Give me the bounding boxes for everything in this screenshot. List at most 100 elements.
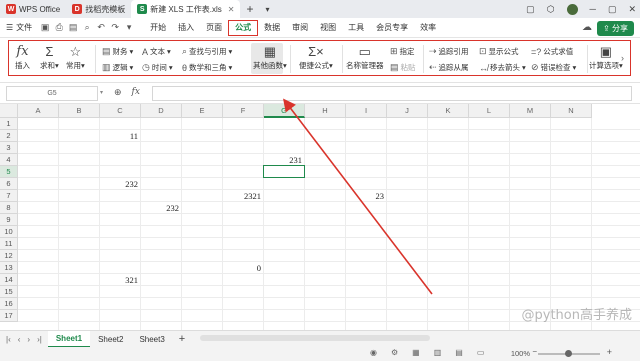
name-box[interactable]: G5 — [6, 86, 98, 101]
sheet-tab-3[interactable]: Sheet3 — [131, 331, 172, 348]
row-header-6[interactable]: 6 — [0, 178, 18, 190]
show-formulas-button[interactable]: ⊡ 显示公式 — [479, 46, 519, 57]
column-header-n[interactable]: N — [551, 104, 592, 118]
column-header-h[interactable]: H — [305, 104, 346, 118]
cell-c2[interactable]: 11 — [100, 131, 138, 143]
cell-f13[interactable]: 0 — [223, 263, 261, 275]
row-header-5[interactable]: 5 — [0, 166, 18, 178]
save-icon[interactable]: ▣ — [38, 22, 52, 33]
eye-icon[interactable]: ◉ — [370, 348, 377, 357]
menu-insert[interactable]: 插入 — [172, 18, 200, 38]
column-header-e[interactable]: E — [182, 104, 223, 118]
tab-wps-office[interactable]: W WPS Office — [0, 0, 66, 18]
spreadsheet-grid[interactable]: A B C D E F G H I J K L M N 1 2 3 4 5 6 7 8 9 10 11 12 13 14 15 16 17 1… — [0, 104, 640, 330]
zoom-in-icon[interactable]: + — [607, 347, 612, 357]
common-functions-button[interactable]: ☆ 常用▾ — [66, 44, 85, 71]
close-window-icon[interactable]: ✕ — [628, 4, 636, 15]
cell-c14[interactable]: 321 — [100, 275, 138, 287]
row-header-1[interactable]: 1 — [0, 118, 18, 130]
time-functions-button[interactable]: ◷ 时间 ▾ — [142, 62, 173, 73]
cell-i7[interactable]: 23 — [346, 191, 385, 203]
formula-input[interactable] — [152, 86, 632, 101]
row-header-15[interactable]: 15 — [0, 286, 18, 298]
column-header-j[interactable]: J — [387, 104, 428, 118]
menu-tools[interactable]: 工具 — [342, 18, 370, 38]
sheet-tab-1[interactable]: Sheet1 — [47, 330, 91, 348]
column-header-g[interactable]: G — [264, 104, 305, 118]
other-functions-button[interactable]: ▦ 其他函数▾ — [253, 44, 287, 71]
export-pdf-icon[interactable]: ▤ — [66, 22, 80, 33]
normal-view-icon[interactable]: ▦ — [412, 348, 420, 357]
menu-efficiency[interactable]: 效率 — [414, 18, 442, 38]
cell-f7[interactable]: 2321 — [223, 191, 261, 203]
menu-home[interactable]: 开始 — [144, 18, 172, 38]
add-sheet-button[interactable]: + — [173, 333, 191, 345]
evaluate-formula-button[interactable]: =? 公式求值 — [531, 46, 573, 57]
prev-sheet-icon[interactable]: ‹ — [18, 335, 21, 344]
row-header-17[interactable]: 17 — [0, 310, 18, 322]
math-functions-button[interactable]: θ 数学和三角 ▾ — [182, 62, 232, 73]
close-tab-icon[interactable]: ✕ — [228, 5, 235, 14]
quick-access-dropdown-icon[interactable]: ▾ — [122, 22, 136, 33]
column-header-k[interactable]: K — [428, 104, 469, 118]
menu-page[interactable]: 页面 — [200, 18, 228, 38]
row-header-16[interactable]: 16 — [0, 298, 18, 310]
row-header-2[interactable]: 2 — [0, 130, 18, 142]
lookup-functions-button[interactable]: ⌕ 查找与引用 ▾ — [182, 46, 232, 57]
select-all-corner[interactable] — [0, 104, 18, 118]
trace-dependents-button[interactable]: ⇠ 追踪从属 — [429, 62, 469, 73]
logic-functions-button[interactable]: ▥ 逻辑 ▾ — [102, 62, 133, 73]
multi-window-icon[interactable]: ▢ — [526, 4, 535, 15]
column-header-c[interactable]: C — [100, 104, 141, 118]
page-layout-icon[interactable]: ▥ — [434, 348, 442, 357]
last-sheet-icon[interactable]: ›| — [37, 335, 42, 344]
menu-member[interactable]: 会员专享 — [370, 18, 414, 38]
zoom-search-icon[interactable]: ⊕ — [114, 87, 122, 98]
sheet-tab-2[interactable]: Sheet2 — [90, 331, 131, 348]
name-manager-button[interactable]: ▭ 名称管理器 — [346, 44, 384, 71]
remove-arrows-button[interactable]: ↮ 移去箭头 ▾ — [479, 62, 526, 73]
row-header-8[interactable]: 8 — [0, 202, 18, 214]
minimize-icon[interactable]: ─ — [590, 4, 596, 14]
tab-spreadsheet[interactable]: S 新建 XLS 工作表.xls ✕ — [131, 0, 241, 18]
insert-function-button[interactable]: fx 插入 — [15, 44, 30, 71]
reading-mode-icon[interactable]: ▭ — [477, 348, 485, 357]
row-header-3[interactable]: 3 — [0, 142, 18, 154]
redo-icon[interactable]: ↷ — [108, 22, 122, 33]
column-header-b[interactable]: B — [59, 104, 100, 118]
page-break-icon[interactable]: ▤ — [455, 348, 463, 357]
specify-button[interactable]: ⊞ 指定 — [390, 46, 415, 57]
column-header-a[interactable]: A — [18, 104, 59, 118]
fx-icon[interactable]: fx — [132, 87, 140, 98]
finance-functions-button[interactable]: ▤ 财务 ▾ — [102, 46, 133, 57]
selected-cell-border[interactable] — [263, 165, 305, 178]
first-sheet-icon[interactable]: |‹ — [6, 335, 11, 344]
next-sheet-icon[interactable]: › — [27, 335, 30, 344]
row-header-11[interactable]: 11 — [0, 238, 18, 250]
column-header-d[interactable]: D — [141, 104, 182, 118]
zoom-slider-handle[interactable] — [565, 350, 572, 357]
zoom-level[interactable]: 100% — [511, 349, 530, 358]
row-header-12[interactable]: 12 — [0, 250, 18, 262]
text-functions-button[interactable]: A 文本 ▾ — [142, 46, 171, 57]
ribbon-scroll-right-icon[interactable]: › — [621, 53, 624, 63]
paste-name-button[interactable]: ▤ 粘贴 — [390, 62, 416, 73]
cell-d8[interactable]: 232 — [141, 203, 179, 215]
row-header-9[interactable]: 9 — [0, 214, 18, 226]
horizontal-scrollbar[interactable] — [200, 335, 430, 341]
maximize-icon[interactable]: ▢ — [608, 4, 617, 15]
row-header-13[interactable]: 13 — [0, 262, 18, 274]
menu-review[interactable]: 审阅 — [286, 18, 314, 38]
column-header-i[interactable]: I — [346, 104, 387, 118]
column-header-m[interactable]: M — [510, 104, 551, 118]
cell-c6[interactable]: 232 — [100, 179, 138, 191]
undo-icon[interactable]: ↶ — [94, 22, 108, 33]
trace-precedents-button[interactable]: ⇢ 追踪引用 — [429, 46, 469, 57]
page-setup-icon[interactable]: ⚙ — [391, 348, 398, 357]
menu-view[interactable]: 视图 — [314, 18, 342, 38]
calculation-options-button[interactable]: ▣ 计算选项▾ — [589, 44, 623, 71]
column-header-l[interactable]: L — [469, 104, 510, 118]
row-header-10[interactable]: 10 — [0, 226, 18, 238]
name-box-dropdown-icon[interactable]: ▾ — [100, 89, 103, 96]
zoom-out-icon[interactable]: − — [532, 347, 537, 356]
